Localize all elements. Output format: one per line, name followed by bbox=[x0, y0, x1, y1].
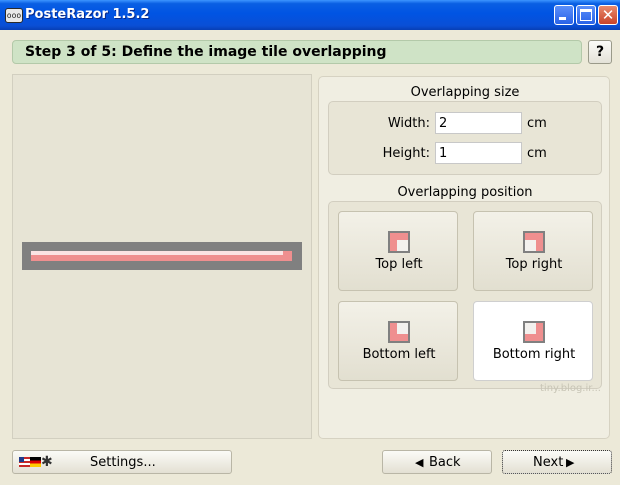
window-title: PosteRazor 1.5.2 bbox=[25, 7, 150, 22]
app-icon: ooo bbox=[5, 8, 23, 23]
bottom-right-button[interactable]: Bottom right bbox=[473, 301, 593, 381]
height-label: Height: bbox=[382, 146, 430, 161]
bottom-right-overlap-icon bbox=[523, 321, 545, 343]
overlapping-size-title: Overlapping size bbox=[410, 85, 520, 100]
image-tile-preview bbox=[22, 242, 302, 270]
overlap-region bbox=[31, 251, 292, 261]
next-label: Next bbox=[533, 455, 564, 470]
top-left-label: Top left bbox=[375, 257, 423, 272]
bottom-left-button[interactable]: Bottom left bbox=[338, 301, 458, 381]
overlapping-position-group: Top left Top right Bottom left Bottom ri… bbox=[328, 201, 602, 389]
top-right-label: Top right bbox=[505, 257, 563, 272]
overlapping-position-title: Overlapping position bbox=[397, 185, 533, 200]
back-label: Back bbox=[429, 455, 461, 470]
close-button[interactable]: ✕ bbox=[598, 5, 618, 25]
back-button[interactable]: ◀ Back bbox=[382, 450, 492, 474]
bottom-right-label: Bottom right bbox=[492, 347, 576, 362]
height-unit: cm bbox=[527, 146, 547, 161]
minimize-icon bbox=[559, 17, 566, 20]
us-flag-icon bbox=[19, 457, 30, 467]
height-input[interactable] bbox=[435, 142, 522, 164]
close-icon: ✕ bbox=[601, 6, 615, 24]
settings-label: Settings... bbox=[90, 455, 156, 470]
next-arrow-icon: ▶ bbox=[566, 456, 575, 469]
next-button[interactable]: Next ▶ bbox=[502, 450, 612, 474]
maximize-button[interactable] bbox=[576, 5, 596, 25]
back-arrow-icon: ◀ bbox=[415, 456, 424, 469]
german-flag-icon bbox=[30, 457, 41, 467]
top-right-overlap-icon bbox=[523, 231, 545, 253]
maximize-icon bbox=[580, 9, 592, 21]
minimize-button[interactable] bbox=[554, 5, 574, 25]
title-bar[interactable]: ooo PosteRazor 1.5.2 ✕ bbox=[0, 0, 620, 30]
width-label: Width: bbox=[387, 116, 430, 131]
language-flags-icon: ✱ bbox=[19, 454, 55, 470]
bottom-left-label: Bottom left bbox=[362, 347, 436, 362]
tile-highlight bbox=[31, 251, 283, 255]
help-button[interactable]: ? bbox=[588, 40, 612, 64]
step-title: Step 3 of 5: Define the image tile overl… bbox=[12, 40, 582, 64]
settings-button[interactable]: ✱ Settings... bbox=[12, 450, 232, 474]
width-input[interactable] bbox=[435, 112, 522, 134]
gear-icon: ✱ bbox=[41, 454, 53, 470]
top-right-button[interactable]: Top right bbox=[473, 211, 593, 291]
overlapping-size-group: Width: cm Height: cm bbox=[328, 101, 602, 175]
watermark: tiny.blog.ir... bbox=[540, 383, 601, 394]
bottom-left-overlap-icon bbox=[388, 321, 410, 343]
top-left-overlap-icon bbox=[388, 231, 410, 253]
top-left-button[interactable]: Top left bbox=[338, 211, 458, 291]
width-unit: cm bbox=[527, 116, 547, 131]
